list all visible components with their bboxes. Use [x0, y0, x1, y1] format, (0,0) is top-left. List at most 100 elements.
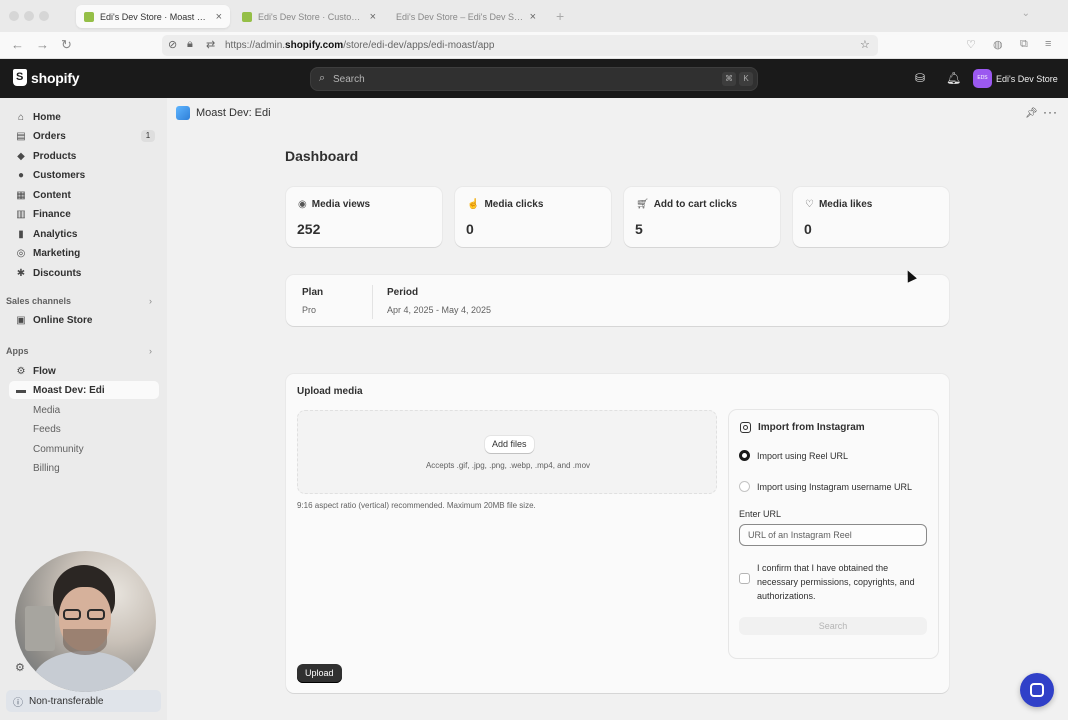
tab-label: Edi's Dev Store – Edi's Dev Store [396, 11, 524, 22]
webcam-overlay [15, 551, 156, 692]
sidebar-item-moast-dev[interactable]: ▬ Moast Dev: Edi [9, 381, 159, 399]
upload-media-title: Upload media [297, 386, 363, 397]
more-options-icon[interactable]: ··· [1043, 105, 1058, 119]
new-tab-icon[interactable]: + [556, 8, 564, 24]
shortcut-key: ⌘ [722, 72, 736, 86]
sidebar-item-home[interactable]: ⌂ Home [9, 108, 159, 126]
close-tab-icon[interactable]: × [370, 11, 376, 23]
file-dropzone[interactable]: Add files Accepts .gif, .jpg, .png, .web… [297, 410, 717, 494]
chevron-right-icon[interactable]: › [149, 346, 152, 356]
browser-tab-active[interactable]: Edi's Dev Store · Moast Dev: Edi × [76, 5, 230, 28]
tracking-shield-icon[interactable]: ⊘ [168, 38, 177, 51]
stat-value: 0 [804, 221, 812, 237]
sidebar-item-customers[interactable]: ● Customers [9, 166, 159, 184]
store-menu[interactable]: EDS Edi's Dev Store [973, 69, 1058, 88]
browser-tab-bar: Edi's Dev Store · Moast Dev: Edi × Edi's… [0, 0, 1068, 32]
store-avatar: EDS [973, 69, 992, 88]
browser-tab[interactable]: Edi's Dev Store · Customize ted × [234, 5, 384, 28]
global-search-input[interactable]: ⌕ Search ⌘ K [310, 67, 758, 91]
search-icon: ⌕ [319, 72, 326, 84]
period-value: Apr 4, 2025 - May 4, 2025 [387, 305, 492, 315]
stat-card-add-to-cart: 🛒︎ Add to cart clicks 5 [624, 187, 780, 247]
sidebar-item-finance[interactable]: ▥ Finance [9, 205, 159, 223]
app-icon: ▬ [16, 384, 26, 396]
account-icon[interactable]: ◍ [993, 38, 1003, 51]
bell-icon[interactable]: 🔔︎ [946, 71, 961, 85]
sidebar-item-feeds[interactable]: Feeds [9, 420, 159, 438]
chevron-right-icon[interactable]: › [149, 296, 152, 306]
target-icon: ◎ [16, 247, 26, 259]
sidebar-item-orders[interactable]: ▤ Orders 1 [9, 127, 159, 145]
settings-gear-icon[interactable]: ⚙ [15, 661, 25, 674]
shopify-logo[interactable]: shopify [13, 69, 80, 86]
sidebar-item-analytics[interactable]: ▮ Analytics [9, 225, 159, 243]
chart-icon: ▮ [18, 228, 24, 240]
tag-icon: ◆ [17, 150, 25, 162]
close-tab-icon[interactable]: × [216, 11, 222, 23]
close-tab-icon[interactable]: × [530, 11, 536, 23]
sidebar-item-flow[interactable]: ⚙ Flow [9, 362, 159, 380]
heart-icon: ♡ [805, 199, 814, 210]
import-instagram-panel: Import from Instagram Import using Reel … [729, 410, 938, 658]
add-files-button[interactable]: Add files [485, 436, 534, 453]
stat-value: 0 [466, 221, 474, 237]
window-zoom-dot[interactable] [39, 11, 49, 21]
enter-url-label: Enter URL [739, 509, 782, 519]
window-minimize-dot[interactable] [24, 11, 34, 21]
confirm-permissions-checkbox[interactable]: I confirm that I have obtained the neces… [739, 561, 929, 603]
instagram-icon [740, 422, 751, 433]
browser-nav-bar: ← → ↻ ⊘ 🔒︎ ⇄ https://admin.shopify.com/s… [0, 32, 1068, 59]
forward-arrow-icon[interactable]: → [36, 37, 49, 53]
shopify-favicon-icon [84, 11, 94, 22]
back-arrow-icon[interactable]: ← [11, 37, 24, 53]
discount-icon: ✱ [16, 267, 26, 279]
shopify-favicon-icon [242, 11, 252, 22]
radio-reel-url[interactable]: Import using Reel URL [739, 450, 848, 461]
reload-icon[interactable]: ↻ [61, 37, 72, 53]
bookmark-star-icon[interactable]: ☆ [860, 38, 870, 51]
url-bar[interactable]: ⊘ 🔒︎ ⇄ https://admin.shopify.com/store/e… [162, 35, 878, 56]
bank-icon: ▥ [16, 208, 26, 220]
plan-value: Pro [302, 305, 317, 315]
permissions-icon[interactable]: ⇄ [206, 38, 215, 51]
sidebar-item-content[interactable]: ▦ Content [9, 186, 159, 204]
lock-icon[interactable]: 🔒︎ [187, 38, 193, 51]
sidebar-item-marketing[interactable]: ◎ Marketing [9, 244, 159, 262]
menu-icon[interactable]: ≡ [1045, 38, 1051, 50]
non-transferable-badge[interactable]: ⓘ Non-transferable [6, 690, 161, 712]
radio-selected[interactable] [739, 450, 750, 461]
stat-card-media-views: ◉ Media views 252 [286, 187, 442, 247]
app-header: Moast Dev: Edi [176, 106, 271, 120]
sidebar-item-community[interactable]: Community [9, 440, 159, 458]
flow-icon: ⚙ [16, 365, 26, 377]
tab-label: Edi's Dev Store · Customize ted [258, 11, 364, 22]
inbox-icon[interactable]: ⛁ [915, 71, 925, 85]
sidebar-item-discounts[interactable]: ✱ Discounts [9, 264, 159, 282]
upload-button[interactable]: Upload [297, 664, 342, 683]
search-button-disabled[interactable]: Search [739, 617, 927, 635]
chevron-down-icon[interactable]: ⌄ [1022, 8, 1030, 19]
aspect-ratio-hint: 9:16 aspect ratio (vertical) recommended… [297, 501, 536, 510]
radio-unselected[interactable] [739, 481, 750, 492]
checkbox[interactable] [739, 573, 750, 584]
store-icon: ▣ [16, 314, 26, 326]
sidebar-item-online-store[interactable]: ▣ Online Store [9, 311, 159, 329]
sidebar-item-media[interactable]: Media [9, 401, 159, 419]
sidebar-item-billing[interactable]: Billing [9, 459, 159, 477]
reel-url-input[interactable] [739, 524, 927, 546]
window-close-dot[interactable] [9, 11, 19, 21]
browser-tab[interactable]: Edi's Dev Store – Edi's Dev Store × [388, 5, 544, 28]
sidebar-item-products[interactable]: ◆ Products [9, 147, 159, 165]
pocket-icon[interactable]: ♡ [966, 38, 976, 51]
stat-value: 252 [297, 221, 321, 237]
content-icon: ▦ [16, 189, 26, 201]
period-label: Period [387, 287, 419, 298]
pin-icon[interactable]: 📌︎ [1025, 108, 1038, 119]
shortcut-key: K [739, 72, 753, 86]
plan-label: Plan [302, 287, 324, 298]
extensions-icon[interactable]: ⧉ [1020, 38, 1028, 51]
eye-icon: ◉ [298, 199, 307, 210]
radio-username-url[interactable]: Import using Instagram username URL [739, 481, 912, 492]
shopify-bag-icon [13, 69, 27, 86]
chat-support-button[interactable] [1020, 673, 1054, 707]
